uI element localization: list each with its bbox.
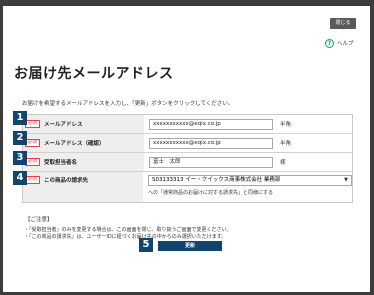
note-item: ・「この商品の請求先」は、ユーザーIDに紐づくお届け先の中からのみ選択いただけま… [24, 234, 227, 240]
chevron-down-icon: ▼ [344, 177, 348, 183]
close-button[interactable]: 閉じる [330, 18, 356, 29]
recipient-label: 受取担当者名 [44, 160, 78, 166]
required-badge: 必須 [25, 139, 40, 147]
notes-title: 【ご注意】 [25, 217, 53, 223]
form-row-email: 必須 メールアドレス xxxxxxxxxxx@eqix.co.jp 半角 [23, 115, 352, 134]
required-badge: 必須 [25, 120, 40, 128]
required-badge: 必須 [25, 158, 40, 166]
help-label: ヘルプ [337, 41, 354, 47]
note-text: 「この商品の請求先」は、ユーザーIDに紐づくお届け先の中からのみ選択いただけます… [29, 234, 227, 240]
step-badge-5: 5 [139, 238, 153, 252]
recipient-field[interactable]: 富士 太郎 [149, 156, 273, 168]
note-item: ・「受取担当者」のみを変更する場合は、この画面を閉じ、取り扱うご画面で変更くださ… [24, 227, 232, 233]
step-badge-4: 4 [13, 171, 27, 185]
form-value-cell: xxxxxxxxxxx@eqix.co.jp 半角 [144, 115, 352, 133]
step-badge-3: 3 [13, 151, 27, 165]
step-badge-2: 2 [13, 131, 27, 145]
instruction-text: お届けを希望するメールアドレスを入力し、「更新」ボタンをクリックしてください。 [22, 101, 234, 107]
billing-select[interactable]: S03133313 イー・クイックス商事株式会社 業務部 ▼ [148, 175, 352, 186]
billing-select-value: S03133313 イー・クイックス商事株式会社 業務部 [152, 177, 281, 183]
form-label-cell: 必須 メールアドレス [23, 115, 144, 133]
form-row-billing: 必須 この商品の請求先 S03133313 イー・クイックス商事株式会社 業務部… [23, 172, 352, 202]
email-field[interactable]: xxxxxxxxxxx@eqix.co.jp [149, 118, 273, 130]
form-row-recipient: 必須 受取担当者名 富士 太郎 様 [23, 153, 352, 172]
form-table: 必須 メールアドレス xxxxxxxxxxx@eqix.co.jp 半角 必須 … [22, 114, 353, 203]
email-confirm-field[interactable]: xxxxxxxxxxx@eqix.co.jp [149, 137, 273, 149]
email-confirm-label: メールアドレス（確認） [44, 141, 105, 147]
billing-label: この商品の請求先 [44, 178, 89, 184]
form-label-cell: 必須 メールアドレス（確認） [23, 134, 144, 152]
help-icon: ? [325, 38, 334, 48]
form-value-cell: 富士 太郎 様 [144, 153, 352, 171]
required-badge: 必須 [25, 176, 40, 184]
form-value-cell: S03133313 イー・クイックス商事株式会社 業務部 ▼ への「通常商品のお… [143, 172, 352, 202]
recipient-suffix: 様 [280, 160, 286, 166]
form-label-cell: 必須 この商品の請求先 [23, 172, 143, 202]
page-title: お届け先メールアドレス [14, 66, 174, 82]
step-badge-1: 1 [13, 111, 27, 125]
email-label: メールアドレス [44, 122, 83, 128]
email-suffix: 半角 [280, 122, 292, 128]
help-link[interactable]: ? ヘルプ [325, 38, 354, 48]
update-button[interactable]: 更新 [158, 241, 222, 251]
dialog: 閉じる ? ヘルプ お届け先メールアドレス お届けを希望するメールアドレスを入力… [3, 6, 370, 292]
email-confirm-suffix: 半角 [280, 141, 292, 147]
billing-note: への「通常商品のお届けに対する請求先」と同様にする [148, 190, 274, 196]
form-row-email-confirm: 必須 メールアドレス（確認） xxxxxxxxxxx@eqix.co.jp 半角 [23, 134, 352, 153]
form-label-cell: 必須 受取担当者名 [23, 153, 144, 171]
form-value-cell: xxxxxxxxxxx@eqix.co.jp 半角 [144, 134, 352, 152]
